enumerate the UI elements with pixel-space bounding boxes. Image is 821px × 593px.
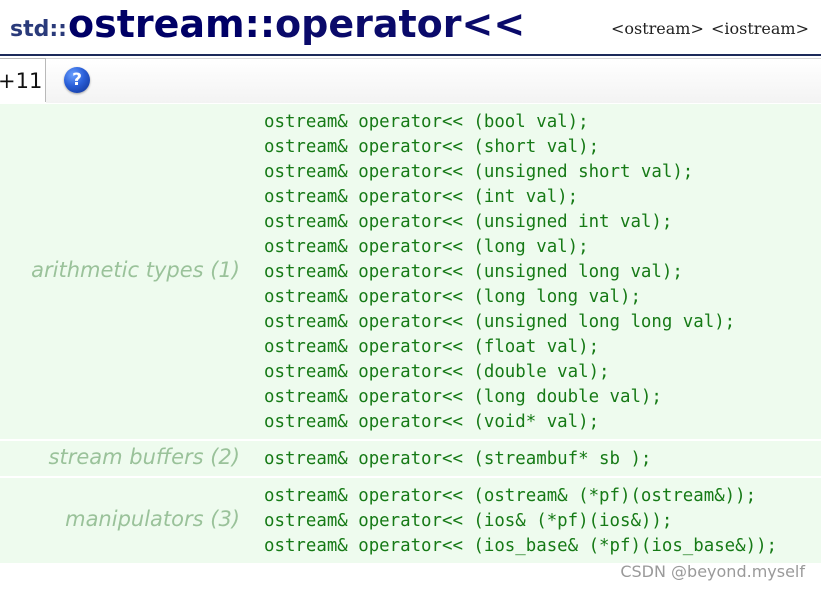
prototype-line: ostream& operator<< (ios& (*pf)(ios&)); <box>264 511 673 531</box>
help-icon[interactable]: ? <box>64 67 90 93</box>
prototype-line: ostream& operator<< (unsigned short val)… <box>264 162 694 182</box>
standard-tabs: +11 <box>0 56 821 103</box>
page-header: std:: ostream::operator<< <ostream> <ios… <box>0 0 821 56</box>
header-links[interactable]: <ostream> <iostream> <box>611 19 809 38</box>
prototype-line: ostream& operator<< (unsigned long val); <box>264 262 683 282</box>
page-title: ostream::operator<< <box>68 2 525 46</box>
tab-cxx11[interactable]: +11 <box>0 58 46 102</box>
group-label: manipulators (3) <box>65 506 240 531</box>
prototype-group: manipulators (3) ostream& operator<< (ost… <box>0 478 821 563</box>
prototype-group: stream buffers (2) ostream& operator<< (s… <box>0 441 821 476</box>
prototype-line: ostream& operator<< (int val); <box>264 187 579 207</box>
prototype-line: ostream& operator<< (float val); <box>264 337 600 357</box>
prototype-line: ostream& operator<< (ostream& (*pf)(ostr… <box>264 486 757 506</box>
prototype-line: ostream& operator<< (streambuf* sb ); <box>264 449 652 469</box>
prototype-line: ostream& operator<< (double val); <box>264 362 610 382</box>
prototype-line: ostream& operator<< (void* val); <box>264 412 600 432</box>
namespace-label: std:: <box>10 17 67 42</box>
prototype-line: ostream& operator<< (bool val); <box>264 112 589 132</box>
prototype-line: ostream& operator<< (unsigned int val); <box>264 212 673 232</box>
prototype-line: ostream& operator<< (short val); <box>264 137 600 157</box>
prototype-line: ostream& operator<< (long double val); <box>264 387 662 407</box>
tab-strip <box>46 58 821 103</box>
prototype-line: ostream& operator<< (ios_base& (*pf)(ios… <box>264 536 778 556</box>
prototype-group: arithmetic types (1) ostream& operator<< … <box>0 104 821 439</box>
group-label: arithmetic types (1) <box>31 257 240 282</box>
class-name: ostream <box>68 2 245 46</box>
function-name: operator<< <box>275 2 526 46</box>
scope-separator: :: <box>244 2 276 46</box>
watermark: CSDN @beyond.myself <box>620 562 805 581</box>
prototype-line: ostream& operator<< (unsigned long long … <box>264 312 736 332</box>
prototype-line: ostream& operator<< (long val); <box>264 237 589 257</box>
prototype-line: ostream& operator<< (long long val); <box>264 287 641 307</box>
group-label: stream buffers (2) <box>48 444 240 469</box>
